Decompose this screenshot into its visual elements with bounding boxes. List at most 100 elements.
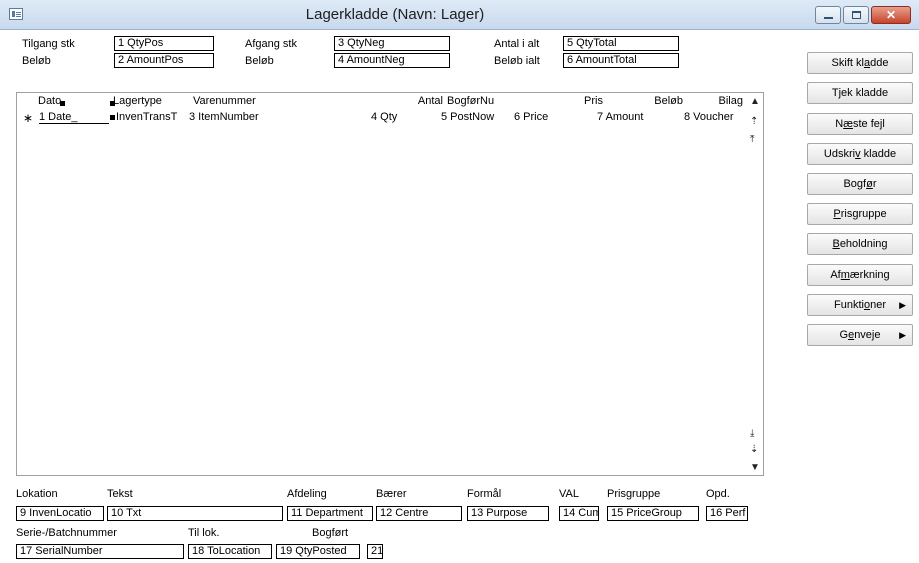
- cell-marker: [110, 115, 115, 120]
- button-label: Skift kl: [831, 57, 864, 69]
- column-header-bilag[interactable]: Bilag: [693, 95, 743, 107]
- perf-field[interactable]: 16 Perf: [706, 506, 748, 521]
- qty-neg-field[interactable]: 3 QtyNeg: [334, 36, 450, 51]
- scroll-down-icon[interactable]: ▼: [750, 463, 760, 473]
- voucher-cell[interactable]: 8 Voucher: [684, 111, 746, 123]
- column-header-pris[interactable]: Pris: [547, 95, 603, 107]
- udskriv-kladde-button[interactable]: Udskriv kladde: [807, 143, 913, 165]
- submenu-arrow-icon: ▶: [899, 330, 906, 340]
- qty-pos-field[interactable]: 1 QtyPos: [114, 36, 214, 51]
- afmaerkning-button[interactable]: Afmærkning: [807, 264, 913, 286]
- tekst-label: Tekst: [107, 488, 133, 500]
- grid-header: Dato Lagertype Varenummer Antal BogførNu…: [17, 93, 747, 109]
- button-label: Af: [830, 269, 841, 281]
- column-header-antal[interactable]: Antal: [387, 95, 443, 107]
- scroll-top-icon[interactable]: ⤒: [750, 135, 754, 145]
- post-now-cell[interactable]: 5 PostNow: [441, 111, 509, 123]
- close-icon: ✕: [885, 8, 897, 22]
- button-label: Funkti: [834, 299, 864, 311]
- amount-pos-field[interactable]: 2 AmountPos: [114, 53, 214, 68]
- date-cell[interactable]: 1 Date_: [39, 111, 109, 124]
- submenu-arrow-icon: ▶: [899, 300, 906, 310]
- button-label: dde: [870, 57, 889, 69]
- lokation-label: Lokation: [16, 488, 58, 500]
- prisgruppe-button[interactable]: Prisgruppe: [807, 203, 913, 225]
- button-label: G: [839, 329, 849, 341]
- afgang-label: Afgang stk: [245, 38, 297, 50]
- access-key: P: [833, 208, 841, 220]
- access-key: m: [840, 269, 850, 281]
- serie-batch-label: Serie-/Batchnummer: [16, 527, 117, 539]
- beholdning-button[interactable]: Beholdning: [807, 233, 913, 255]
- opd-label: Opd.: [706, 488, 730, 500]
- column-header-varenummer[interactable]: Varenummer: [193, 95, 256, 107]
- field-21[interactable]: 21: [367, 544, 383, 559]
- afdeling-label: Afdeling: [287, 488, 327, 500]
- tjek-kladde-button[interactable]: Tjek kladde: [807, 82, 913, 104]
- qty-cell[interactable]: 4 Qty: [371, 111, 435, 123]
- column-header-dato[interactable]: Dato: [38, 95, 61, 107]
- maximize-icon: [852, 11, 861, 19]
- button-label: ste fejl: [852, 118, 885, 130]
- bogfor-button[interactable]: Bogfør: [807, 173, 913, 195]
- price-group-field[interactable]: 15 PriceGroup: [607, 506, 699, 521]
- baerer-label: Bærer: [376, 488, 407, 500]
- journal-lines-grid[interactable]: Dato Lagertype Varenummer Antal BogførNu…: [16, 92, 764, 476]
- qty-posted-field[interactable]: 19 QtyPosted: [276, 544, 360, 559]
- purpose-field[interactable]: 13 Purpose: [467, 506, 549, 521]
- button-label: kladde: [860, 148, 897, 160]
- scroll-up-icon[interactable]: ▲: [750, 97, 760, 107]
- funktioner-menu-button[interactable]: Funktioner ▶: [807, 294, 913, 316]
- scroll-step-down-icon[interactable]: ⇣: [750, 445, 758, 455]
- department-field[interactable]: 11 Department: [287, 506, 373, 521]
- price-cell[interactable]: 6 Price: [514, 111, 594, 123]
- belob-pos-label: Beløb: [22, 55, 51, 67]
- button-label: Udskri: [823, 148, 856, 160]
- formal-label: Formål: [467, 488, 502, 500]
- prisgruppe-label: Prisgruppe: [607, 488, 661, 500]
- table-row[interactable]: ∗ 1 Date_ InvenTransT 3 ItemNumber 4 Qty…: [17, 110, 747, 125]
- lagertype-cell[interactable]: InvenTransT: [116, 111, 190, 123]
- val-label: VAL: [559, 488, 579, 500]
- naeste-fejl-button[interactable]: Næste fejl: [807, 113, 913, 135]
- til-lok-label: Til lok.: [188, 527, 220, 539]
- column-header-belob[interactable]: Beløb: [627, 95, 683, 107]
- scroll-bottom-icon[interactable]: ⤓: [750, 429, 754, 439]
- to-location-field[interactable]: 18 ToLocation: [188, 544, 272, 559]
- tilgang-label: Tilgang stk: [22, 38, 75, 50]
- button-label: risgruppe: [840, 208, 887, 220]
- window-controls: ✕: [815, 6, 911, 24]
- button-label: nveje: [854, 329, 881, 341]
- button-label: r: [872, 178, 877, 190]
- grid-scrollbar[interactable]: ▲ ⇡ ⤒ ⤓ ⇣ ▼: [747, 93, 763, 475]
- genveje-menu-button[interactable]: Genveje ▶: [807, 324, 913, 346]
- text-field[interactable]: 10 Txt: [107, 506, 283, 521]
- button-label: T: [831, 87, 839, 99]
- column-header-bogfornu[interactable]: BogførNu: [447, 95, 494, 107]
- belob-neg-label: Beløb: [245, 55, 274, 67]
- scroll-step-up-icon[interactable]: ⇡: [750, 117, 758, 127]
- belob-ialt-label: Beløb ialt: [494, 55, 540, 67]
- maximize-button[interactable]: [843, 6, 869, 24]
- button-label: ærkning: [849, 269, 890, 281]
- qty-total-field[interactable]: 5 QtyTotal: [563, 36, 679, 51]
- button-label: Bogf: [843, 178, 867, 190]
- skift-kladde-button[interactable]: Skift kladde: [807, 52, 913, 74]
- column-header-lagertype[interactable]: Lagertype: [113, 95, 162, 107]
- bogfort-label: Bogført: [312, 527, 349, 539]
- window-title: Lagerkladde (Navn: Lager): [305, 6, 485, 23]
- antal-ialt-label: Antal i alt: [494, 38, 540, 50]
- location-field[interactable]: 9 InvenLocatio: [16, 506, 104, 521]
- close-button[interactable]: ✕: [871, 6, 911, 24]
- button-label: eholdning: [839, 238, 888, 250]
- title-bar: Lagerkladde (Navn: Lager) ✕: [0, 0, 919, 30]
- minimize-button[interactable]: [815, 6, 841, 24]
- item-number-cell[interactable]: 3 ItemNumber: [189, 111, 369, 123]
- centre-field[interactable]: 12 Centre: [376, 506, 462, 521]
- button-label: ner: [870, 299, 886, 311]
- serial-number-field[interactable]: 17 SerialNumber: [16, 544, 184, 559]
- amount-cell[interactable]: 7 Amount: [597, 111, 681, 123]
- amount-neg-field[interactable]: 4 AmountNeg: [334, 53, 450, 68]
- currency-field[interactable]: 14 Cum: [559, 506, 599, 521]
- amount-total-field[interactable]: 6 AmountTotal: [563, 53, 679, 68]
